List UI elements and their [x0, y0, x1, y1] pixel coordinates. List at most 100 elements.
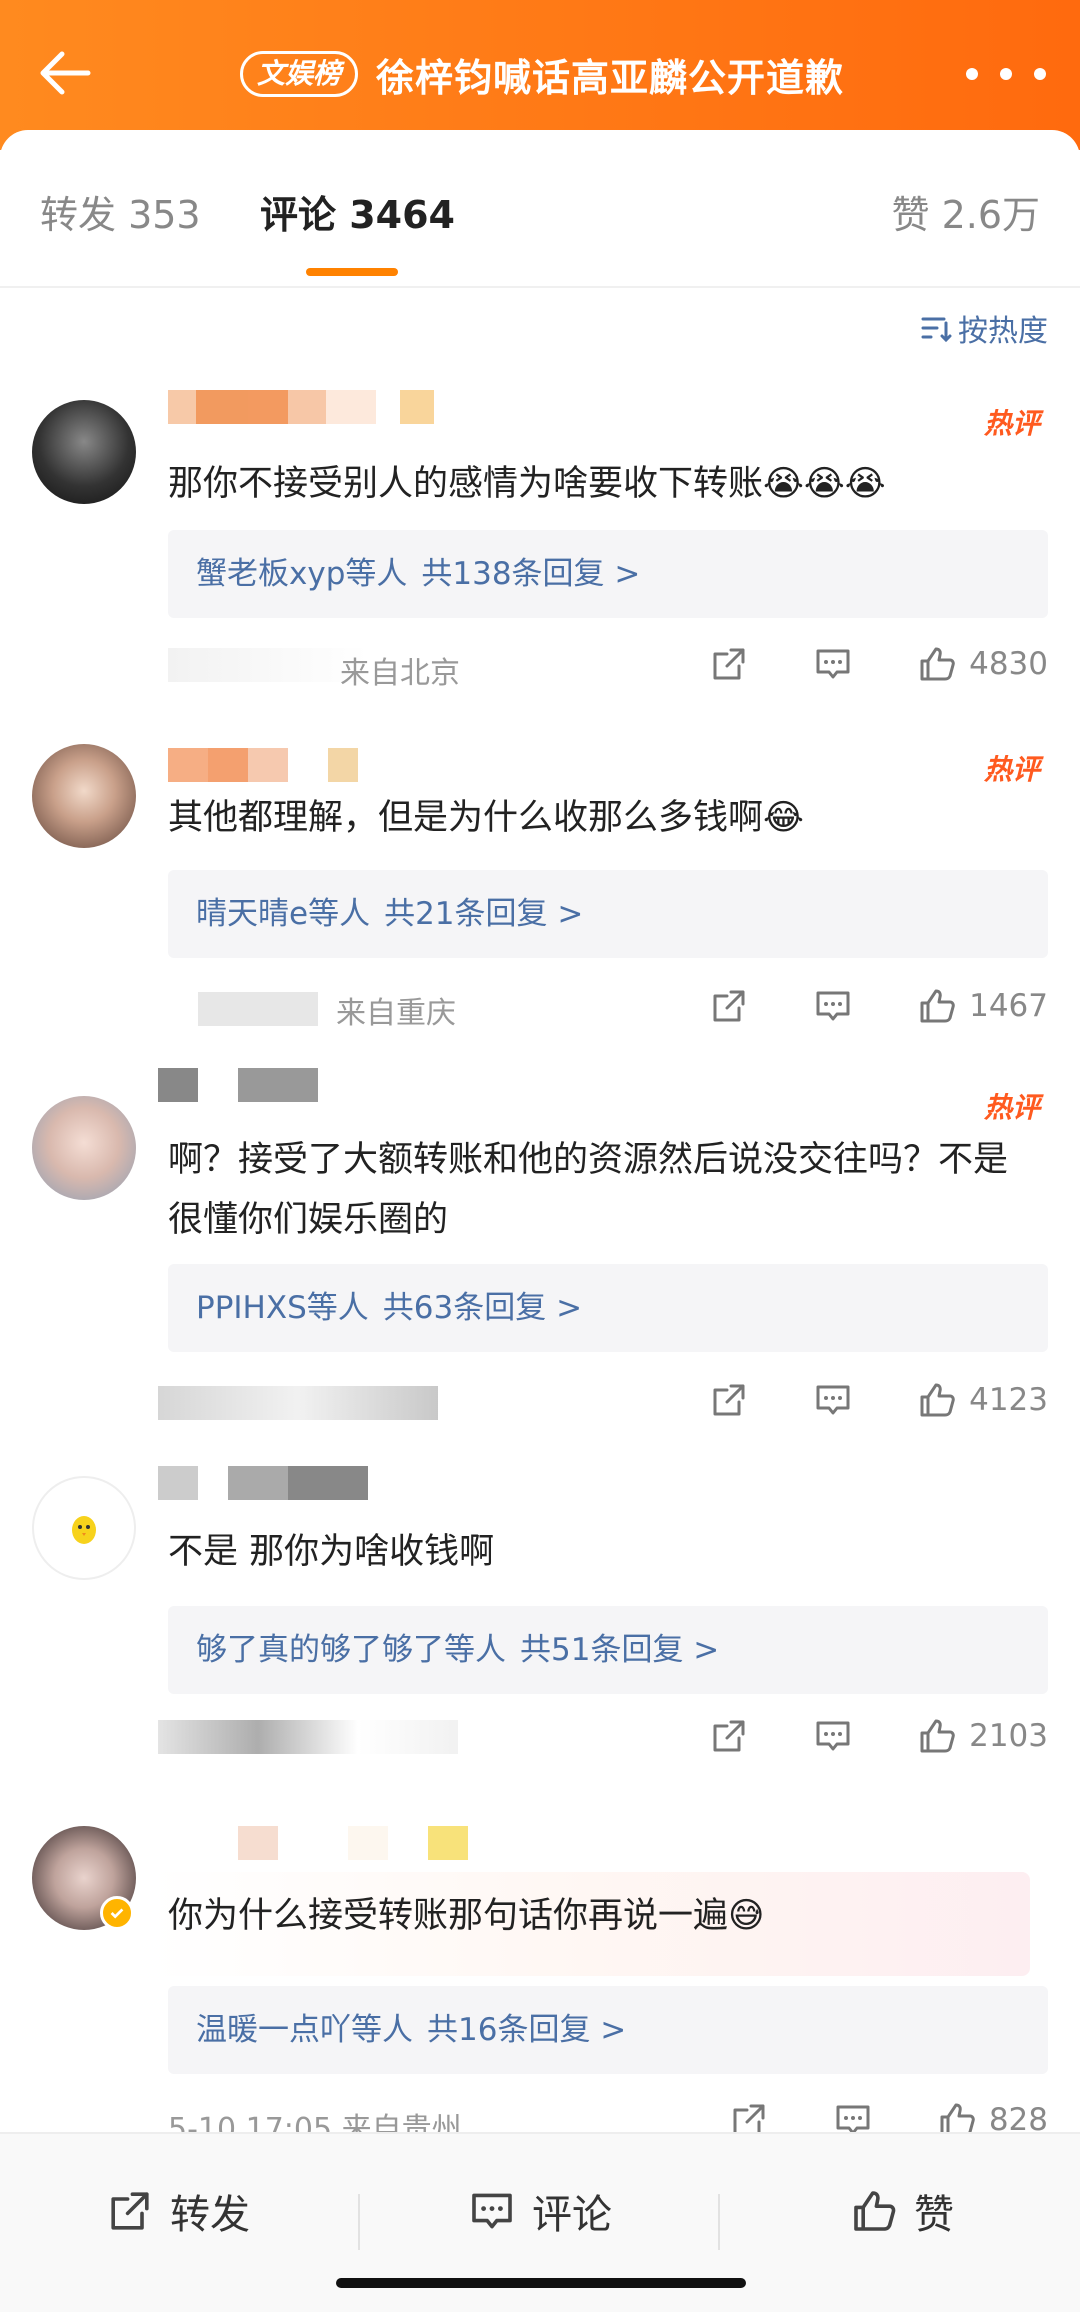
username-redacted[interactable] [168, 1826, 468, 1860]
comment-button[interactable] [811, 1716, 855, 1756]
comment-action-button[interactable]: 评论 [468, 2182, 612, 2240]
comment-text: 啊？接受了大额转账和他的资源然后说没交往吗？不是很懂你们娱乐圈的 [168, 1140, 1009, 1240]
share-button[interactable] [707, 986, 751, 1026]
thumbs-up-icon [920, 1719, 955, 1753]
comment-actions: 1467 [647, 986, 1048, 1026]
share-button[interactable] [707, 644, 751, 684]
sort-button[interactable]: 按热度 [920, 306, 1048, 350]
sort-icon [921, 317, 952, 343]
comment-label: 评论 [532, 2192, 612, 2238]
like-button[interactable] [915, 1716, 959, 1756]
comment-item: 你为什么接受转账那句话你再说一遍😅 温暖一点吖等人 共16条回复 > 5-10 1… [0, 1826, 1080, 2147]
dot-icon [966, 68, 978, 80]
reply-count: 共63条回复 > [382, 1290, 583, 1326]
reply-summary[interactable]: 够了真的够了够了等人 共51条回复 > [168, 1606, 1048, 1694]
tab-like[interactable]: 赞 2.6万 [891, 184, 1040, 239]
avatar[interactable] [32, 1476, 136, 1580]
share-icon [111, 2192, 149, 2230]
tab-comment[interactable]: 评论 3464 [260, 184, 455, 239]
username-redacted[interactable] [168, 390, 434, 424]
top-header: 文娱榜 徐梓钧喊话高亚麟公开道歉 [0, 0, 1080, 150]
reply-count: 共51条回复 > [520, 1632, 720, 1668]
reply-users: 晴天晴e等人 [196, 896, 371, 932]
reply-summary[interactable]: PPIHXS等人 共63条回复 > [168, 1264, 1048, 1352]
username-redacted[interactable] [158, 1068, 318, 1102]
thumbs-up-icon [920, 647, 955, 681]
share-icon [713, 1720, 745, 1752]
like-count: 2103 [969, 1718, 1048, 1754]
comment-item: 热评 那你不接受别人的感情为啥要收下转账😭😭😭 蟹老板xyp等人 共138条回复 … [0, 390, 1080, 720]
reply-count: 共16条回复 > [427, 2012, 627, 2048]
more-button[interactable] [966, 56, 1046, 92]
dot-icon [1034, 68, 1046, 80]
like-count: 1467 [969, 988, 1048, 1024]
comment-text: 其他都理解，但是为什么收那么多钱啊😂 [168, 798, 804, 838]
comment-text: 不是 那你为啥收钱啊 [168, 1532, 495, 1572]
arrow-left-icon [40, 51, 91, 95]
reply-summary[interactable]: 晴天晴e等人 共21条回复 > [168, 870, 1048, 958]
comment-icon [816, 649, 850, 679]
share-icon [713, 990, 745, 1022]
comment-location: 来自重庆 [336, 996, 456, 1031]
comment-location: 来自北京 [340, 656, 460, 691]
dot-icon [1000, 68, 1012, 80]
chick-icon [72, 1516, 96, 1544]
comment-text: 你为什么接受转账那句话你再说一遍😅 [168, 1896, 765, 1936]
comment-actions: 4123 [647, 1380, 1048, 1420]
like-button[interactable] [915, 1380, 959, 1420]
comment-actions: 2103 [647, 1716, 1048, 1756]
comment-icon [816, 1385, 850, 1415]
comment-button[interactable] [811, 644, 855, 684]
hot-comment-badge: 热评 [983, 1091, 1040, 1124]
reply-users: 温暖一点吖等人 [196, 2012, 413, 2048]
back-button[interactable] [30, 38, 100, 108]
comment-icon [472, 2193, 512, 2229]
like-button[interactable] [915, 986, 959, 1026]
timestamp-redacted [198, 992, 318, 1026]
repost-label: 转发 [170, 2192, 250, 2238]
like-action-button[interactable]: 赞 [850, 2182, 954, 2240]
like-count: 4830 [969, 646, 1048, 682]
comment-item: 不是 那你为啥收钱啊 够了真的够了够了等人 共51条回复 > 2103 [0, 1466, 1080, 1796]
avatar[interactable] [32, 400, 136, 504]
timestamp-redacted [158, 1386, 438, 1420]
repost-button[interactable]: 转发 [106, 2182, 250, 2240]
reply-count: 共138条回复 > [421, 556, 641, 592]
comment-button[interactable] [811, 1380, 855, 1420]
comment-button[interactable] [811, 986, 855, 1026]
reply-summary[interactable]: 蟹老板xyp等人 共138条回复 > [168, 530, 1048, 618]
reply-users: 蟹老板xyp等人 [196, 556, 408, 592]
category-badge: 文娱榜 [240, 51, 359, 97]
thumbs-up-icon [920, 989, 955, 1023]
divider [718, 2194, 720, 2250]
avatar[interactable] [32, 1096, 136, 1200]
timestamp-redacted [158, 1720, 458, 1754]
comment-item: 热评 其他都理解，但是为什么收那么多钱啊😂 晴天晴e等人 共21条回复 > 来自重… [0, 742, 1080, 1062]
timestamp-redacted [168, 648, 368, 682]
share-button[interactable] [707, 1380, 751, 1420]
share-icon [713, 1384, 745, 1416]
divider [0, 286, 1080, 288]
share-icon [713, 648, 745, 680]
comment-actions: 4830 [647, 644, 1048, 684]
reply-count: 共21条回复 > [384, 896, 584, 932]
like-label: 赞 [914, 2192, 954, 2238]
page-title: 徐梓钧喊话高亚麟公开道歉 [376, 55, 845, 100]
comment-icon [816, 1721, 850, 1751]
thumbs-up-icon [854, 2191, 896, 2231]
sort-label: 按热度 [958, 314, 1048, 349]
username-redacted[interactable] [158, 1466, 368, 1500]
hot-comment-badge: 热评 [983, 407, 1040, 440]
tab-bar: 转发 353 评论 3464 赞 2.6万 [0, 160, 1080, 288]
username-redacted[interactable] [168, 748, 358, 782]
comment-icon [816, 991, 850, 1021]
share-button[interactable] [707, 1716, 751, 1756]
reply-users: 够了真的够了够了等人 [196, 1632, 506, 1668]
reply-summary[interactable]: 温暖一点吖等人 共16条回复 > [168, 1986, 1048, 2074]
comment-item: 热评 啊？接受了大额转账和他的资源然后说没交往吗？不是很懂你们娱乐圈的 PPIH… [0, 1068, 1080, 1442]
like-button[interactable] [915, 644, 959, 684]
avatar[interactable] [32, 744, 136, 848]
tab-repost[interactable]: 转发 353 [40, 184, 201, 239]
home-indicator[interactable] [336, 2278, 746, 2288]
verified-badge [100, 1896, 134, 1930]
